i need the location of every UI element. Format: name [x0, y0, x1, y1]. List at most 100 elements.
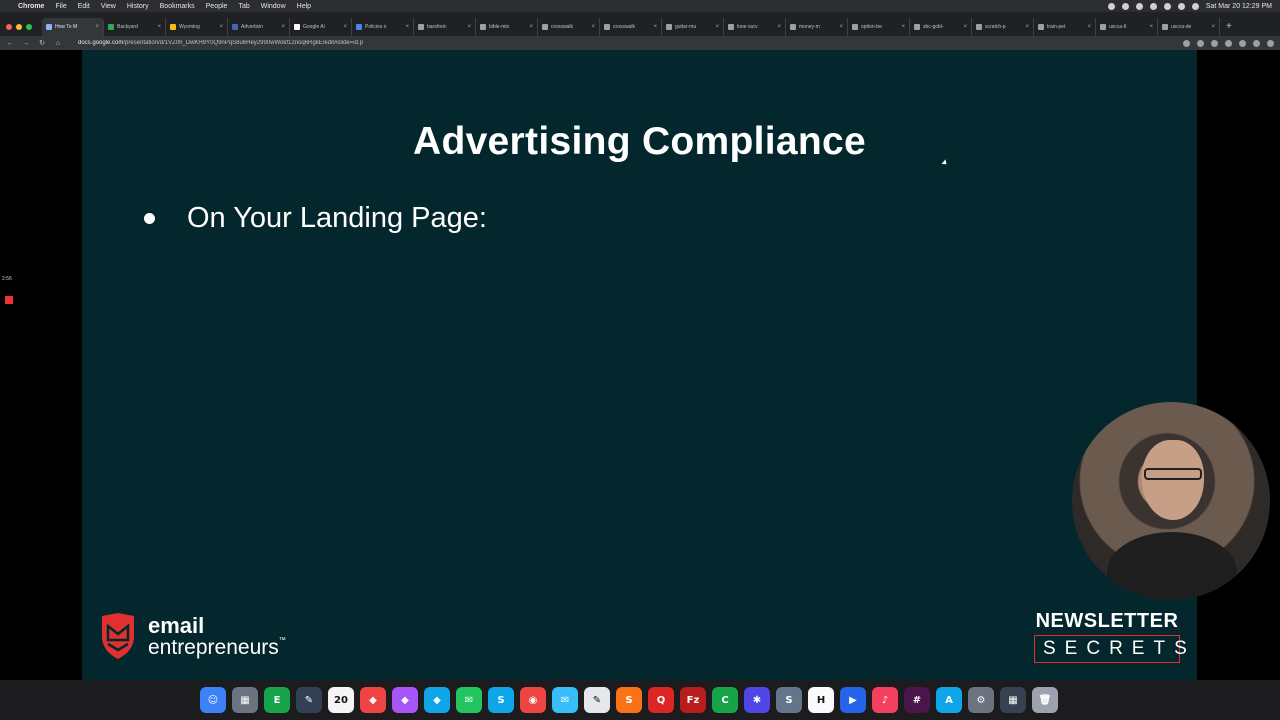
dock-filezilla-icon[interactable]: Fz	[680, 687, 706, 713]
dock-calendar-icon[interactable]: 20	[328, 687, 354, 713]
menu-edit[interactable]: Edit	[78, 3, 90, 10]
dock-finder-icon[interactable]: ☺	[200, 687, 226, 713]
dock-app-store-icon[interactable]: A	[936, 687, 962, 713]
browser-tab[interactable]: Advertisin ×	[228, 18, 290, 36]
dock-affinity-publisher-icon[interactable]: ◆	[360, 687, 386, 713]
browser-tab[interactable]: money-m ×	[786, 18, 848, 36]
close-tab-icon[interactable]: ×	[1149, 24, 1153, 30]
browser-tab[interactable]: Wyoming ×	[166, 18, 228, 36]
dock-launchpad-icon[interactable]: ▦	[232, 687, 258, 713]
close-tab-icon[interactable]: ×	[591, 24, 595, 30]
browser-tab[interactable]: Google Ai ×	[290, 18, 352, 36]
dock-textedit-icon[interactable]: ✎	[584, 687, 610, 713]
menu-help[interactable]: Help	[297, 3, 311, 10]
cloud-icon[interactable]	[1149, 2, 1157, 10]
zoom-window-icon[interactable]	[26, 24, 32, 30]
dock-app-s-icon[interactable]: S	[776, 687, 802, 713]
back-icon[interactable]: ←	[6, 40, 14, 47]
close-tab-icon[interactable]: ×	[653, 24, 657, 30]
menu-tab[interactable]: Tab	[238, 3, 249, 10]
browser-tab[interactable]: bible-min ×	[476, 18, 538, 36]
menu-app-name[interactable]: Chrome	[18, 3, 44, 10]
close-tab-icon[interactable]: ×	[963, 24, 967, 30]
menu-history[interactable]: History	[127, 3, 149, 10]
dock-quit-icon[interactable]: Q	[648, 687, 674, 713]
wifi-icon[interactable]	[1177, 2, 1185, 10]
dock-evernote-icon[interactable]: E	[264, 687, 290, 713]
menu-window[interactable]: Window	[261, 3, 286, 10]
extension-icon[interactable]	[1225, 39, 1232, 47]
browser-tab[interactable]: guitar-mu ×	[662, 18, 724, 36]
address-bar[interactable]: docs.google.com/presentation/d/1VZ0h_DwK…	[78, 40, 558, 46]
browser-tab[interactable]: barefoot- ×	[414, 18, 476, 36]
menu-bookmarks[interactable]: Bookmarks	[160, 3, 195, 10]
close-tab-icon[interactable]: ×	[1087, 24, 1091, 30]
browser-tab[interactable]: scratch-p ×	[972, 18, 1034, 36]
close-tab-icon[interactable]: ×	[529, 24, 533, 30]
close-tab-icon[interactable]: ×	[95, 24, 99, 30]
dock-mail-icon[interactable]: ✉	[552, 687, 578, 713]
menu-file[interactable]: File	[55, 3, 66, 10]
dock-system-tool-icon[interactable]: ✱	[744, 687, 770, 713]
close-tab-icon[interactable]: ×	[281, 24, 285, 30]
forward-icon[interactable]: →	[22, 40, 30, 47]
browser-tab[interactable]: uscca-de ×	[1158, 18, 1220, 36]
dock-chrome-icon[interactable]: ◉	[520, 687, 546, 713]
minimize-window-icon[interactable]	[16, 24, 22, 30]
browser-tab[interactable]: crosswalk ×	[538, 18, 600, 36]
browser-tab[interactable]: train-pet ×	[1034, 18, 1096, 36]
close-window-icon[interactable]	[6, 24, 12, 30]
menu-view[interactable]: View	[101, 3, 116, 10]
close-tab-icon[interactable]: ×	[157, 24, 161, 30]
extension-icon[interactable]	[1197, 39, 1204, 47]
menu-people[interactable]: People	[206, 3, 228, 10]
stop-recording-button[interactable]	[5, 296, 13, 304]
close-tab-icon[interactable]: ×	[777, 24, 781, 30]
profile-avatar[interactable]	[1253, 39, 1260, 47]
close-tab-icon[interactable]: ×	[839, 24, 843, 30]
menu-clock[interactable]: Sat Mar 20 12:29 PM	[1206, 3, 1272, 10]
dock-camtasia-icon[interactable]: C	[712, 687, 738, 713]
browser-tab[interactable]: Backyard ×	[104, 18, 166, 36]
dock-messages-icon[interactable]: ✉	[456, 687, 482, 713]
search-icon[interactable]	[1191, 2, 1199, 10]
puzzle-icon[interactable]	[1239, 39, 1246, 47]
bluetooth-icon[interactable]	[1163, 2, 1171, 10]
reload-icon[interactable]: ↻	[38, 39, 46, 47]
dock-affinity-photo-icon[interactable]: ◆	[392, 687, 418, 713]
close-tab-icon[interactable]: ×	[1211, 24, 1215, 30]
close-tab-icon[interactable]: ×	[467, 24, 471, 30]
gear-icon[interactable]	[1121, 2, 1129, 10]
dock-headlines-icon[interactable]: H	[808, 687, 834, 713]
browser-tab[interactable]: How To M ×	[42, 18, 104, 36]
more-menu-icon[interactable]	[1267, 39, 1274, 47]
close-tab-icon[interactable]: ×	[219, 24, 223, 30]
home-icon[interactable]: ⌂	[54, 40, 62, 47]
dock-app-icon[interactable]: ✎	[296, 687, 322, 713]
new-tab-icon[interactable]: +	[1226, 18, 1232, 36]
close-tab-icon[interactable]: ×	[1025, 24, 1029, 30]
dock-music-icon[interactable]: ♪	[872, 687, 898, 713]
browser-tab[interactable]: uscca-6 ×	[1096, 18, 1158, 36]
record-icon[interactable]	[1135, 2, 1143, 10]
browser-tab[interactable]: sbc-gold- ×	[910, 18, 972, 36]
dock-system-preferences-icon[interactable]: ⚙	[968, 687, 994, 713]
dock-zoom-icon[interactable]: ▶	[840, 687, 866, 713]
dock-trash-icon[interactable]: 🗑	[1032, 687, 1058, 713]
close-tab-icon[interactable]: ×	[715, 24, 719, 30]
bookmark-star-icon[interactable]	[1183, 39, 1190, 47]
dock-affinity-designer-icon[interactable]: ◆	[424, 687, 450, 713]
close-tab-icon[interactable]: ×	[405, 24, 409, 30]
close-tab-icon[interactable]: ×	[343, 24, 347, 30]
browser-tab[interactable]: lone-surv ×	[724, 18, 786, 36]
browser-tab[interactable]: Policies o ×	[352, 18, 414, 36]
dock-calculator-icon[interactable]: ▦	[1000, 687, 1026, 713]
close-tab-icon[interactable]: ×	[901, 24, 905, 30]
dock-skype-icon[interactable]: S	[488, 687, 514, 713]
dock-slack-icon[interactable]: #	[904, 687, 930, 713]
extension-icon[interactable]	[1211, 39, 1218, 47]
dropbox-icon[interactable]	[1107, 2, 1115, 10]
browser-tab[interactable]: crosswalk ×	[600, 18, 662, 36]
browser-tab[interactable]: option-be ×	[848, 18, 910, 36]
dock-sublime-icon[interactable]: S	[616, 687, 642, 713]
